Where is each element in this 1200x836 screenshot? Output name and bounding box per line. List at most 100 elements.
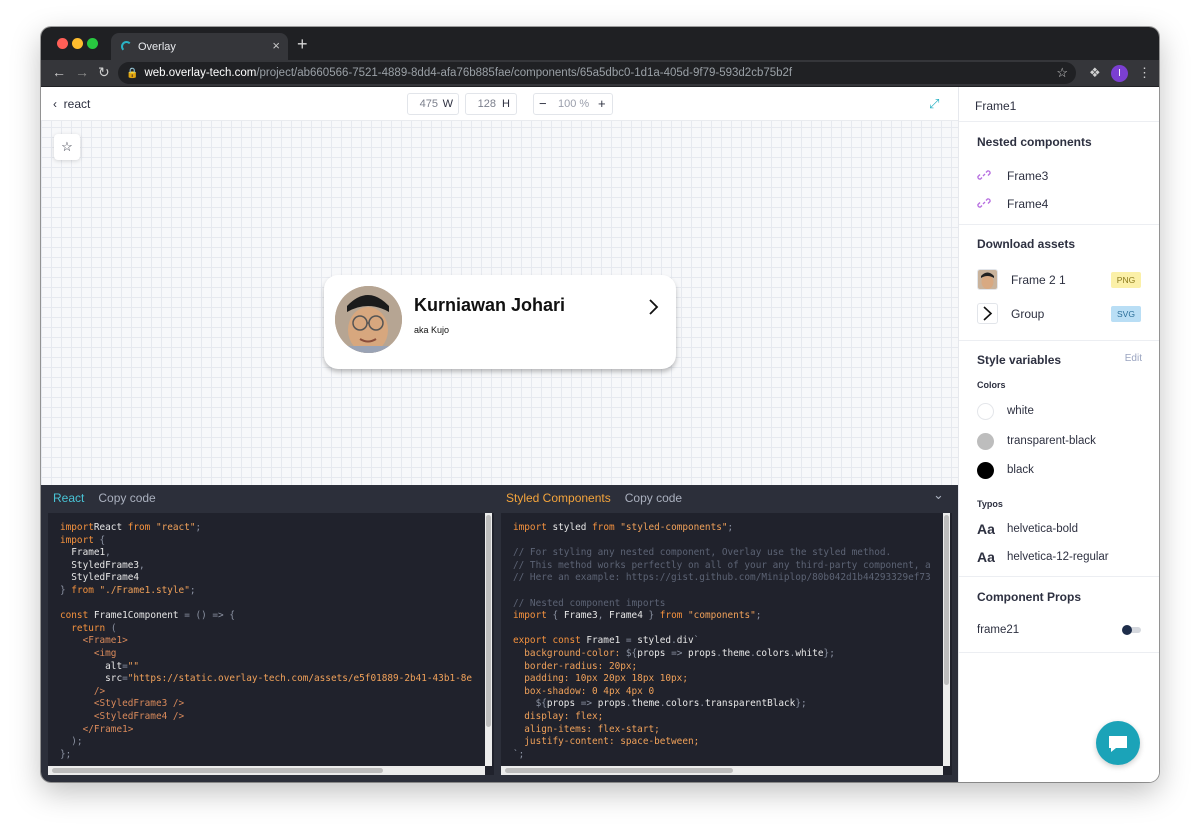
tab-styled-components[interactable]: Styled Components bbox=[506, 491, 611, 505]
code-token: } bbox=[642, 610, 660, 622]
code-token: padding: 10px 20px 18px 10px; bbox=[513, 673, 688, 685]
code-token: } bbox=[60, 584, 72, 596]
code-line: ${props => props.theme.colors.transparen… bbox=[513, 698, 952, 711]
asset-label: Group bbox=[1011, 307, 1045, 321]
asset-row-frame21[interactable]: Frame 2 1 PNG bbox=[959, 267, 1159, 293]
toggle-knob bbox=[1122, 625, 1132, 635]
code-token: props bbox=[597, 698, 626, 710]
prop-toggle-frame21[interactable] bbox=[1122, 625, 1141, 635]
minimize-window-button[interactable] bbox=[72, 38, 83, 49]
code-token: border-radius: 20px; bbox=[513, 660, 638, 672]
copy-react-code-button[interactable]: Copy code bbox=[98, 491, 155, 505]
react-code-vertical-scrollbar[interactable] bbox=[485, 513, 492, 766]
copy-styled-code-button[interactable]: Copy code bbox=[625, 491, 682, 505]
code-token: "components" bbox=[688, 610, 756, 622]
width-field[interactable]: 475 W bbox=[407, 93, 459, 115]
styled-code-horizontal-scrollbar[interactable] bbox=[501, 766, 943, 775]
address-toolbar: ← → ↻ 🔒 web.overlay-tech.com/project/ab66… bbox=[41, 60, 1159, 87]
code-token: Frame4 bbox=[608, 610, 643, 622]
styled-code-vertical-scrollbar[interactable] bbox=[943, 513, 950, 766]
code-token: StyledFrame4 bbox=[60, 572, 140, 584]
zoom-out-button[interactable]: − bbox=[539, 94, 547, 114]
nested-item-frame4[interactable]: Frame4 bbox=[959, 193, 1159, 215]
code-line: `; bbox=[513, 749, 952, 762]
svg-download-badge[interactable]: SVG bbox=[1111, 306, 1141, 322]
code-token: ${ bbox=[625, 647, 638, 659]
tab-react[interactable]: React bbox=[53, 491, 84, 505]
profile-card-frame[interactable]: Kurniawan Johari aka Kujo bbox=[324, 275, 676, 369]
close-window-button[interactable] bbox=[57, 38, 68, 49]
code-token: import bbox=[513, 610, 547, 622]
code-token: props bbox=[546, 698, 581, 710]
zoom-in-button[interactable]: + bbox=[598, 94, 606, 114]
styled-code-editor[interactable]: import styled from "styled-components"; … bbox=[501, 513, 952, 775]
code-line: // Here an example: https://gist.github.… bbox=[513, 572, 952, 585]
code-token: src bbox=[60, 673, 123, 685]
react-code-text: importReact from "react"; import { Frame1… bbox=[48, 513, 494, 761]
height-field[interactable]: 128 H bbox=[465, 93, 517, 115]
code-token: ; bbox=[189, 584, 196, 596]
edit-styles-link[interactable]: Edit bbox=[1125, 353, 1142, 364]
code-line: }; bbox=[60, 749, 494, 762]
code-line: ); bbox=[60, 736, 494, 749]
maximize-window-button[interactable] bbox=[87, 38, 98, 49]
back-to-project-link[interactable]: ‹ react bbox=[53, 97, 90, 111]
code-line: <Frame1> bbox=[60, 635, 494, 648]
react-code-horizontal-scrollbar[interactable] bbox=[48, 766, 485, 775]
avatar-photo bbox=[335, 286, 402, 353]
code-token: = bbox=[625, 635, 638, 647]
forward-arrow-icon[interactable]: → bbox=[75, 64, 89, 80]
code-token: "https://static.overlay-tech.com/assets/… bbox=[127, 673, 473, 685]
tab-close-button[interactable]: × bbox=[272, 38, 280, 53]
code-token: </Frame1> bbox=[60, 723, 134, 735]
code-token: props bbox=[637, 647, 672, 659]
card-name: Kurniawan Johari bbox=[414, 295, 566, 315]
code-token: <StyledFrame3 /> bbox=[60, 698, 185, 710]
code-token: }; bbox=[60, 748, 72, 760]
color-label: black bbox=[1007, 464, 1034, 476]
code-token: white bbox=[795, 647, 824, 659]
height-unit: H bbox=[502, 98, 510, 110]
code-token: from bbox=[122, 522, 156, 533]
style-variables-section: Style variables Edit Colors white transp… bbox=[959, 341, 1159, 577]
code-token: ( bbox=[110, 622, 117, 634]
favorite-star-button[interactable]: ☆ bbox=[54, 134, 80, 160]
code-line: alt="" bbox=[60, 661, 494, 674]
back-arrow-icon[interactable]: ← bbox=[52, 64, 66, 80]
browser-menu-icon[interactable]: ⋮ bbox=[1138, 65, 1151, 81]
fullscreen-icon[interactable]: ⤢ bbox=[929, 96, 939, 112]
code-token: Frame1 bbox=[586, 635, 626, 647]
code-line: StyledFrame4 bbox=[60, 572, 494, 585]
collapse-panel-chevron-icon[interactable]: ⌄ bbox=[933, 487, 944, 503]
nested-item-label: Frame3 bbox=[1007, 169, 1049, 183]
profile-avatar[interactable]: I bbox=[1111, 65, 1128, 82]
bookmark-star-icon[interactable]: ☆ bbox=[1056, 62, 1068, 84]
browser-tab[interactable]: Overlay × bbox=[111, 33, 288, 60]
code-line: background-color: ${props => props.theme… bbox=[513, 648, 952, 661]
asset-row-group[interactable]: Group SVG bbox=[959, 301, 1159, 327]
extensions-puzzle-icon[interactable]: ❖ bbox=[1089, 65, 1101, 81]
code-line: // For styling any nested component, Ove… bbox=[513, 547, 952, 560]
lock-icon: 🔒 bbox=[126, 68, 139, 79]
typo-label: helvetica-bold bbox=[1007, 523, 1078, 535]
code-token: = () => { bbox=[184, 610, 235, 622]
code-token: return bbox=[60, 622, 111, 634]
color-swatch-white bbox=[977, 403, 994, 420]
code-token: React bbox=[93, 522, 123, 533]
url-bar[interactable]: 🔒 web.overlay-tech.com/project/ab660566-7… bbox=[118, 62, 1076, 84]
reload-icon[interactable]: ↻ bbox=[98, 64, 110, 81]
browser-window: Overlay × + ← → ↻ 🔒 web.overlay-tech.com/… bbox=[41, 27, 1159, 782]
png-download-badge[interactable]: PNG bbox=[1111, 272, 1141, 288]
new-tab-button[interactable]: + bbox=[297, 34, 308, 55]
code-token: // For styling any nested component, Ove… bbox=[513, 547, 892, 559]
inspector-sidebar: Frame1 Nested components Frame3 Frame4 D… bbox=[958, 87, 1159, 782]
code-token: alt bbox=[60, 660, 123, 672]
nested-item-frame3[interactable]: Frame3 bbox=[959, 165, 1159, 187]
react-code-editor[interactable]: importReact from "react"; import { Frame1… bbox=[48, 513, 494, 775]
chat-support-button[interactable] bbox=[1096, 721, 1140, 765]
code-line: box-shadow: 0 4px 4px 0 bbox=[513, 686, 952, 699]
code-token: transparentBlack bbox=[705, 698, 796, 710]
design-canvas[interactable]: ‹ react 475 W 128 H − 100 % + ⤢ ☆ Kurnia… bbox=[41, 87, 958, 485]
code-token: import bbox=[60, 534, 94, 546]
